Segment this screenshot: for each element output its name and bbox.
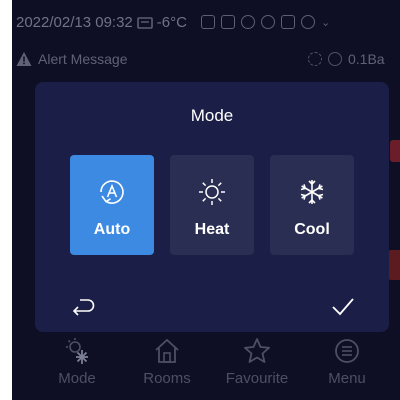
sun-icon bbox=[199, 179, 225, 205]
home-icon bbox=[155, 338, 179, 363]
outdoor-unit-icon bbox=[136, 17, 153, 29]
nav-label: Favourite bbox=[225, 370, 289, 387]
fan-icon bbox=[240, 15, 255, 29]
return-arrow-icon[interactable] bbox=[71, 296, 95, 318]
mode-dialog: Mode Auto Heat Cool bbox=[35, 82, 389, 332]
hotwater-icon bbox=[200, 15, 215, 29]
checkmark-icon[interactable] bbox=[330, 294, 356, 318]
status-icons: ⌄ bbox=[200, 15, 330, 29]
menu-icon bbox=[335, 339, 359, 363]
defrost-icon bbox=[260, 15, 275, 29]
option-label: Cool bbox=[294, 221, 330, 238]
background-accent bbox=[388, 250, 400, 280]
nav-label: Menu bbox=[328, 370, 366, 387]
mode-option-auto[interactable]: Auto bbox=[70, 155, 154, 255]
star-icon bbox=[244, 338, 270, 363]
status-temperature: -6°C bbox=[156, 13, 187, 31]
heater-icon bbox=[220, 15, 235, 29]
pressure-value: 0.1Ba bbox=[348, 51, 385, 67]
nav-item-favourite[interactable]: Favourite bbox=[212, 330, 302, 387]
nav-label: Rooms bbox=[143, 370, 191, 387]
mode-option-heat[interactable]: Heat bbox=[170, 155, 254, 255]
mode-icon bbox=[66, 338, 88, 364]
chevron-down-icon[interactable]: ⌄ bbox=[321, 16, 330, 29]
bottom-nav: Mode Rooms Favourite Menu bbox=[12, 330, 400, 400]
mode-option-cool[interactable]: Cool bbox=[270, 155, 354, 255]
warning-icon bbox=[16, 52, 32, 66]
option-label: Heat bbox=[194, 221, 230, 238]
pressure-gauge-icon bbox=[328, 52, 342, 66]
alert-bar[interactable]: Alert Message 0.1Ba bbox=[16, 48, 400, 70]
gear-icon bbox=[308, 52, 322, 66]
snowflake-icon bbox=[300, 180, 324, 204]
status-bar: 2022/02/13 09:32 -6°C ⌄ bbox=[12, 10, 400, 34]
alert-right-group: 0.1Ba bbox=[308, 51, 385, 67]
status-datetime: 2022/02/13 09:32 bbox=[16, 13, 133, 31]
eco-icon bbox=[300, 15, 315, 29]
background-accent bbox=[390, 140, 400, 162]
nav-item-menu[interactable]: Menu bbox=[302, 330, 392, 387]
alert-message: Alert Message bbox=[38, 51, 128, 67]
nav-item-mode[interactable]: Mode bbox=[32, 330, 122, 387]
nav-label: Mode bbox=[58, 370, 96, 387]
dialog-title: Mode bbox=[190, 106, 234, 125]
compressor-icon bbox=[280, 15, 295, 29]
option-label: Auto bbox=[93, 221, 131, 238]
nav-item-rooms[interactable]: Rooms bbox=[122, 330, 212, 387]
auto-mode-icon bbox=[100, 180, 124, 204]
